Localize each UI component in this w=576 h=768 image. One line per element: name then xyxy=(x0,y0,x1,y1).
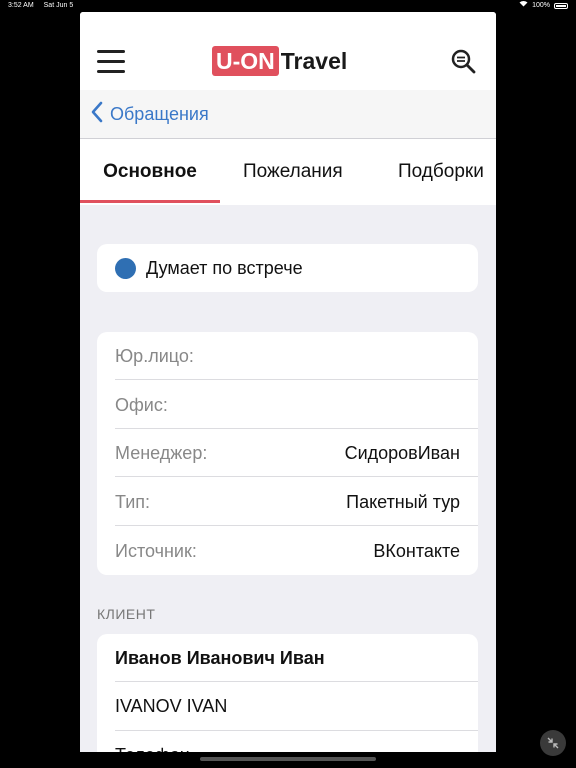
collapse-icon[interactable] xyxy=(540,730,566,756)
client-phone[interactable]: Телефон xyxy=(115,731,190,752)
active-tab-indicator xyxy=(80,200,220,203)
row-label: Офис: xyxy=(115,395,168,415)
logo-text: Travel xyxy=(280,48,348,74)
row-manager[interactable]: Менеджер: СидоровИван xyxy=(97,429,478,477)
row-legal-entity[interactable]: Юр.лицо: xyxy=(97,332,478,380)
status-text: Думает по встрече xyxy=(146,258,303,278)
status-bar: 3:52 AM Sat Jun 5 100% xyxy=(0,0,576,12)
status-date: Sat Jun 5 xyxy=(43,2,74,9)
row-label: Источник: xyxy=(115,541,197,561)
tab-bar: Основное Пожелания Подборки xyxy=(80,139,496,205)
logo-box: U-ON xyxy=(212,46,279,76)
tab-selections[interactable]: Подборки xyxy=(398,139,484,205)
search-icon[interactable] xyxy=(450,48,478,76)
status-bar-left: 3:52 AM Sat Jun 5 xyxy=(8,0,81,12)
tab-wishes[interactable]: Пожелания xyxy=(243,139,343,205)
divider xyxy=(115,525,478,526)
status-bar-right: 100% xyxy=(519,0,568,12)
back-label: Обращения xyxy=(110,103,209,124)
row-source[interactable]: Источник: ВКонтакте xyxy=(97,527,478,575)
chevron-left-icon xyxy=(90,101,104,128)
wifi-icon xyxy=(519,0,528,12)
status-card[interactable]: Думает по встрече xyxy=(97,244,478,292)
info-card: Юр.лицо: Офис: Менеджер: СидоровИван Тип… xyxy=(97,332,478,575)
app-window: U-ON Travel Обращения Основное Пожелания… xyxy=(80,12,496,752)
status-time: 3:52 AM xyxy=(8,2,34,9)
battery-icon xyxy=(554,3,568,9)
logo: U-ON Travel xyxy=(212,46,347,76)
row-label: Юр.лицо: xyxy=(115,346,194,366)
tab-main[interactable]: Основное xyxy=(80,139,220,205)
navigation-bar: Обращения xyxy=(80,90,496,139)
menu-icon[interactable] xyxy=(97,50,125,74)
row-type[interactable]: Тип: Пакетный тур xyxy=(97,478,478,526)
client-latin-row xyxy=(97,683,478,731)
client-card: Иванов Иванович Иван IVANOV IVAN Телефон xyxy=(97,634,478,752)
divider xyxy=(115,476,478,477)
row-label: Тип: xyxy=(115,492,151,512)
top-bar: U-ON Travel xyxy=(80,12,496,90)
home-indicator[interactable] xyxy=(200,757,376,761)
back-button[interactable]: Обращения xyxy=(90,101,209,128)
client-section-title: КЛИЕНТ xyxy=(97,606,156,622)
row-value: СидоровИван xyxy=(344,443,460,463)
row-value: Пакетный тур xyxy=(346,492,460,512)
row-office[interactable]: Офис: xyxy=(97,381,478,429)
divider xyxy=(115,379,478,380)
client-name-row xyxy=(97,634,478,682)
row-label: Менеджер: xyxy=(115,443,208,463)
battery-percent: 100% xyxy=(532,2,550,9)
row-value: ВКонтакте xyxy=(373,541,460,561)
status-dot-icon xyxy=(115,258,136,279)
